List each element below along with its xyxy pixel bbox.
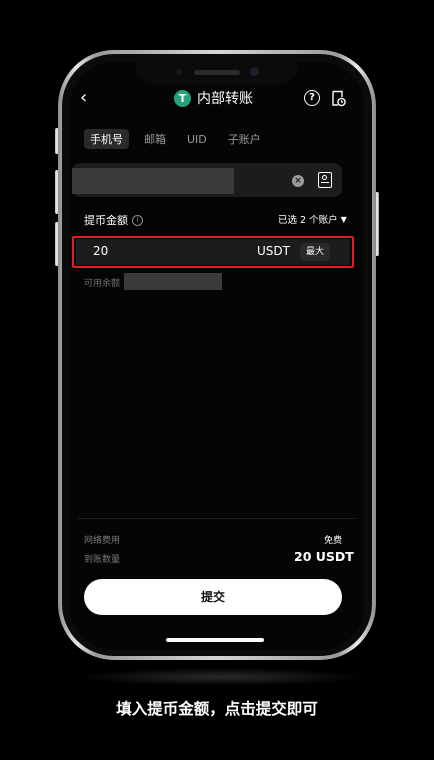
amount-input[interactable]: 20	[93, 244, 108, 258]
screenshot-stage: ‹ T 内部转账 ? 手机号 邮箱 UID 子账户 × 提币金额 i 已选 2 …	[0, 0, 434, 760]
page-header: T 内部转账	[174, 88, 253, 108]
phone-shadow	[76, 668, 366, 686]
front-camera	[250, 67, 259, 76]
receive-amount-value: 20 USDT	[294, 549, 354, 564]
page-title: 内部转账	[197, 91, 253, 107]
tab-phone[interactable]: 手机号	[84, 129, 129, 149]
submit-button[interactable]: 提交	[84, 579, 342, 615]
redacted-balance	[124, 273, 222, 290]
chevron-left-icon[interactable]: ‹	[80, 88, 96, 108]
tether-logo-icon: T	[174, 89, 191, 107]
question-circle-icon[interactable]: ?	[304, 90, 320, 106]
tab-uid[interactable]: UID	[181, 131, 213, 148]
document-clock-icon[interactable]	[330, 90, 346, 107]
account-selector[interactable]: 已选 2 个账户 ▼	[278, 212, 347, 227]
amount-label-row: 提币金额 i	[84, 212, 143, 228]
redacted-recipient	[72, 168, 234, 194]
info-icon[interactable]: i	[132, 214, 143, 226]
earpiece-speaker	[194, 70, 240, 75]
fee-value: 免费	[324, 536, 343, 546]
receive-amount-label: 到账数量	[84, 555, 121, 565]
amount-label: 提币金额	[84, 214, 128, 227]
available-balance-label: 可用余额	[84, 279, 121, 289]
caret-down-icon: ▼	[340, 214, 347, 224]
contact-book-icon[interactable]	[318, 172, 332, 188]
fee-label: 网络费用	[84, 536, 121, 546]
clear-circle-icon[interactable]: ×	[292, 175, 304, 187]
tab-email[interactable]: 邮箱	[138, 129, 172, 149]
home-indicator	[166, 638, 264, 642]
divider	[78, 518, 356, 519]
proximity-sensor	[176, 69, 182, 75]
tab-subaccount[interactable]: 子账户	[222, 129, 267, 149]
currency-label: USDT	[257, 244, 290, 258]
max-button[interactable]: 最大	[300, 243, 330, 261]
account-selector-label: 已选 2 个账户	[278, 215, 338, 226]
instruction-caption: 填入提币金额，点击提交即可	[116, 700, 318, 718]
recipient-type-tabs: 手机号 邮箱 UID 子账户	[84, 129, 267, 149]
